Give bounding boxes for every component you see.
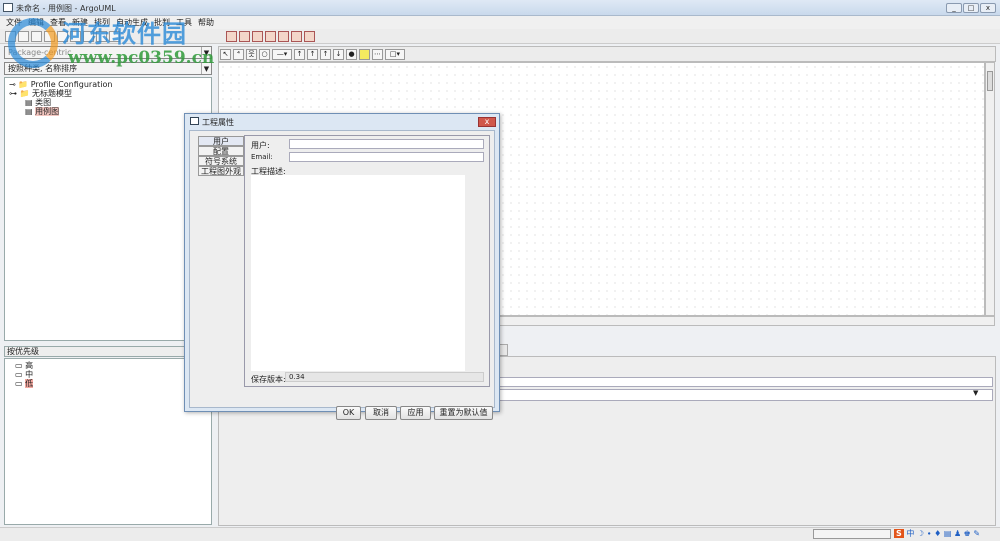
dependency-icon[interactable]: ↑ bbox=[294, 49, 305, 60]
todo-tree: ▭ 高 ▭ 中 ▭ 低 bbox=[4, 358, 212, 525]
maximize-button[interactable]: □ bbox=[963, 3, 979, 13]
new-collaboration-diagram-icon[interactable] bbox=[265, 31, 276, 42]
explorer-tree: ⊸ 📁 Profile Configuration ⊶ 📁 无标题模型 ▤ 类图… bbox=[4, 77, 212, 341]
extend-icon[interactable]: ↑ bbox=[320, 49, 331, 60]
menu-help[interactable]: 帮助 bbox=[198, 18, 214, 27]
ok-button[interactable]: OK bbox=[336, 406, 361, 420]
todo-item-high[interactable]: ▭ 高 bbox=[15, 361, 201, 370]
shape-icon[interactable]: □▾ bbox=[385, 49, 405, 60]
tree-item-profile[interactable]: ⊸ 📁 Profile Configuration bbox=[9, 80, 207, 89]
broom-icon[interactable]: ⁴ bbox=[233, 49, 244, 60]
usecase-icon[interactable]: ○ bbox=[259, 49, 270, 60]
watermark-logo bbox=[8, 18, 58, 68]
app-icon bbox=[3, 3, 13, 12]
include-icon[interactable]: ↓ bbox=[333, 49, 344, 60]
tree-label: 无标题模型 bbox=[32, 89, 73, 98]
ime-language[interactable]: 中 bbox=[906, 529, 914, 538]
dotted-line-icon[interactable]: ⋯ bbox=[372, 49, 383, 60]
window-title: 未命名 - 用例图 - ArgoUML bbox=[16, 4, 116, 13]
tree-item-usecase-diagram[interactable]: ▤ 用例图 bbox=[9, 107, 207, 116]
cancel-button[interactable]: 取消 bbox=[365, 406, 397, 420]
close-button[interactable]: x bbox=[980, 3, 996, 13]
sogou-icon: S bbox=[894, 529, 904, 538]
new-deployment-diagram-icon[interactable] bbox=[304, 31, 315, 42]
email-input[interactable] bbox=[289, 152, 484, 162]
rectangle-icon[interactable]: ● bbox=[346, 49, 357, 60]
project-properties-dialog: 工程属性 x 用户 配置 符号系统 工程图外观 用户: Email: 工程描述:… bbox=[184, 113, 500, 420]
todo-header: 按优先级 bbox=[4, 346, 212, 357]
diagram-toolbar: ↖ ⁴ 웃 ○ —▾ ↑ ↑ ↑ ↓ ● ⋯ □▾ bbox=[218, 46, 996, 62]
dialog-body: 用户 配置 符号系统 工程图外观 用户: Email: 工程描述: 保存版本: … bbox=[189, 130, 495, 420]
generalization-icon[interactable]: ↑ bbox=[307, 49, 318, 60]
tree-label: 用例图 bbox=[35, 107, 60, 116]
tab-panel: 用户: Email: 工程描述: 保存版本: 0.34 bbox=[244, 135, 490, 387]
todo-label: 高 bbox=[25, 361, 34, 370]
new-class-diagram-icon[interactable] bbox=[239, 31, 250, 42]
note-icon[interactable] bbox=[359, 49, 370, 60]
status-bar: S 中 ☽ ∙ ♦ ▤ ♟ ♚ ✎ bbox=[0, 527, 1000, 541]
version-value: 0.34 bbox=[285, 372, 484, 382]
todo-item-low[interactable]: ▭ 低 bbox=[15, 379, 201, 388]
new-sequence-diagram-icon[interactable] bbox=[252, 31, 263, 42]
new-usecase-diagram-icon[interactable] bbox=[226, 31, 237, 42]
email-label: Email: bbox=[251, 153, 273, 161]
details-field-1[interactable] bbox=[499, 377, 993, 387]
apply-button[interactable]: 应用 bbox=[400, 406, 431, 420]
user-input[interactable] bbox=[289, 139, 484, 149]
todo-label: 低 bbox=[25, 379, 34, 388]
tab-user[interactable]: 用户 bbox=[198, 136, 244, 146]
reset-defaults-button[interactable]: 重置为默认值 bbox=[434, 406, 493, 420]
user-label: 用户: bbox=[251, 141, 270, 150]
tree-label: Profile Configuration bbox=[30, 80, 113, 89]
tab-diagram-appearance[interactable]: 工程图外观 bbox=[198, 166, 244, 176]
todo-item-medium[interactable]: ▭ 中 bbox=[15, 370, 201, 379]
dialog-icon bbox=[190, 117, 199, 125]
actor-icon[interactable]: 웃 bbox=[246, 49, 257, 60]
description-textarea[interactable] bbox=[251, 175, 465, 371]
progress-bar bbox=[813, 529, 891, 539]
minimize-button[interactable]: _ bbox=[946, 3, 962, 13]
dialog-close-button[interactable]: x bbox=[478, 117, 496, 127]
tree-item-class-diagram[interactable]: ▤ 类图 bbox=[9, 98, 207, 107]
association-icon[interactable]: —▾ bbox=[272, 49, 292, 60]
tree-label: 类图 bbox=[35, 98, 52, 107]
watermark-url: www.pc0359.cn bbox=[68, 48, 215, 68]
dialog-title: 工程属性 bbox=[202, 118, 234, 127]
vertical-scrollbar[interactable] bbox=[985, 62, 995, 316]
version-label: 保存版本: bbox=[251, 375, 286, 384]
new-activity-diagram-icon[interactable] bbox=[291, 31, 302, 42]
select-icon[interactable]: ↖ bbox=[220, 49, 231, 60]
tab-notation[interactable]: 符号系统 bbox=[198, 156, 244, 166]
chevron-down-icon[interactable]: ▼ bbox=[973, 389, 983, 401]
ime-toolbar[interactable]: S 中 ☽ ∙ ♦ ▤ ♟ ♚ ✎ bbox=[894, 528, 1000, 541]
new-statechart-icon[interactable] bbox=[278, 31, 289, 42]
watermark-text: 河东软件园 bbox=[62, 20, 187, 48]
tab-settings[interactable]: 配置 bbox=[198, 146, 244, 156]
details-field-2[interactable] bbox=[499, 389, 993, 401]
todo-label: 中 bbox=[25, 370, 34, 379]
tree-item-model[interactable]: ⊶ 📁 无标题模型 bbox=[9, 89, 207, 98]
